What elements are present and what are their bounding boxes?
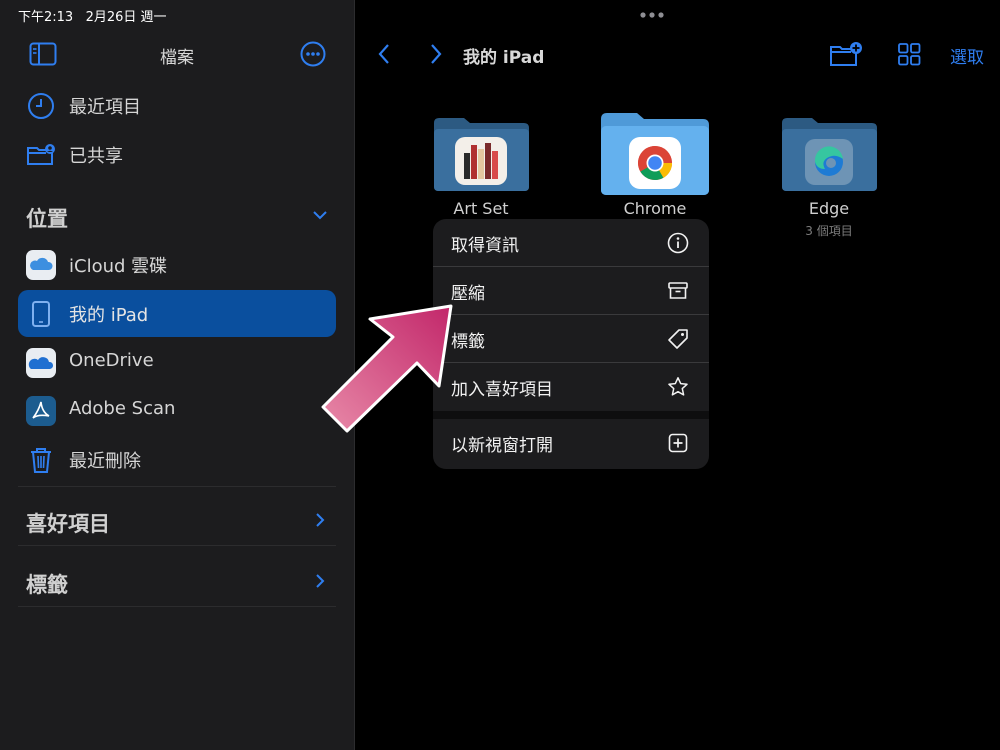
sidebar-item-adobe-scan[interactable]: Adobe Scan — [18, 387, 336, 434]
menu-group-gap — [433, 411, 709, 419]
menu-item-add-favorite[interactable]: 加入喜好項目 — [433, 363, 709, 411]
menu-item-open-new-window[interactable]: 以新視窗打開 — [433, 419, 709, 467]
sidebar-item-icloud[interactable]: iCloud 雲碟 — [18, 241, 336, 288]
info-icon — [667, 232, 689, 254]
sidebar-item-label: 我的 iPad — [69, 305, 149, 326]
menu-item-label: 壓縮 — [451, 284, 485, 304]
chrome-icon — [629, 137, 681, 189]
onedrive-icon — [26, 348, 56, 378]
grid-view-icon[interactable] — [898, 43, 921, 66]
menu-item-tags[interactable]: 標籤 — [433, 315, 709, 363]
art-set-app-icon — [455, 137, 507, 185]
icloud-icon — [26, 250, 56, 280]
context-menu: 取得資訊 壓縮 標籤 加入喜好項目 以新視窗打開 — [433, 219, 709, 469]
divider — [18, 606, 336, 607]
locations-section-title[interactable]: 位置 — [26, 203, 68, 233]
adobe-scan-icon — [26, 396, 56, 426]
divider — [18, 486, 336, 487]
new-folder-icon[interactable] — [829, 41, 863, 67]
clock-icon — [28, 93, 54, 119]
chevron-right-icon[interactable] — [314, 573, 326, 589]
sidebar-item-recents[interactable]: 最近項目 — [18, 82, 336, 129]
favorites-section-title[interactable]: 喜好項目 — [26, 508, 110, 538]
trash-icon — [31, 448, 51, 473]
menu-item-get-info[interactable]: 取得資訊 — [433, 219, 709, 267]
ipad-icon — [32, 301, 50, 327]
sidebar-item-label: Adobe Scan — [69, 398, 176, 419]
menu-item-label: 加入喜好項目 — [451, 380, 553, 400]
status-bar-time: 下午2:13 2月26日 週一 — [18, 10, 167, 25]
edge-icon — [805, 139, 853, 185]
forward-chevron-icon[interactable] — [428, 43, 444, 65]
sidebar-item-my-ipad[interactable]: 我的 iPad — [18, 290, 336, 337]
chevron-right-icon[interactable] — [314, 512, 326, 528]
sidebar-item-label: 已共享 — [69, 146, 123, 167]
folder-name: Art Set — [453, 199, 509, 218]
folder-name: Edge — [808, 199, 850, 218]
folder-name: Chrome — [623, 199, 687, 218]
sidebar-item-label: 最近刪除 — [69, 451, 141, 472]
more-options-icon[interactable] — [300, 41, 326, 67]
sidebar-item-shared[interactable]: 已共享 — [18, 131, 336, 178]
folder-item-count: 3 個項目 — [805, 224, 853, 238]
sidebar-item-label: OneDrive — [69, 350, 154, 371]
new-window-icon — [668, 433, 688, 453]
sidebar-item-onedrive[interactable]: OneDrive — [18, 339, 336, 386]
divider — [18, 545, 336, 546]
archive-icon — [668, 282, 688, 299]
annotation-arrow-icon — [321, 304, 453, 433]
multitasking-dots-icon[interactable] — [640, 12, 664, 18]
sidebar-item-label: 最近項目 — [69, 97, 141, 118]
menu-item-label: 取得資訊 — [451, 236, 519, 256]
menu-item-compress[interactable]: 壓縮 — [433, 267, 709, 315]
star-icon — [668, 377, 688, 396]
chevron-down-icon[interactable] — [312, 209, 328, 221]
page-title: 我的 iPad — [463, 48, 545, 68]
sidebar-item-label: iCloud 雲碟 — [69, 256, 168, 277]
back-chevron-icon[interactable] — [376, 43, 392, 65]
shared-folder-icon — [27, 144, 55, 165]
menu-item-label: 以新視窗打開 — [451, 436, 553, 456]
tag-icon — [668, 329, 688, 349]
select-button[interactable]: 選取 — [950, 43, 984, 68]
tags-section-title[interactable]: 標籤 — [26, 569, 68, 599]
sidebar: 下午2:13 2月26日 週一 檔案 最近項目 已共享 位置 iCloud 雲碟… — [0, 0, 354, 750]
sidebar-item-recently-deleted[interactable]: 最近刪除 — [18, 436, 336, 483]
